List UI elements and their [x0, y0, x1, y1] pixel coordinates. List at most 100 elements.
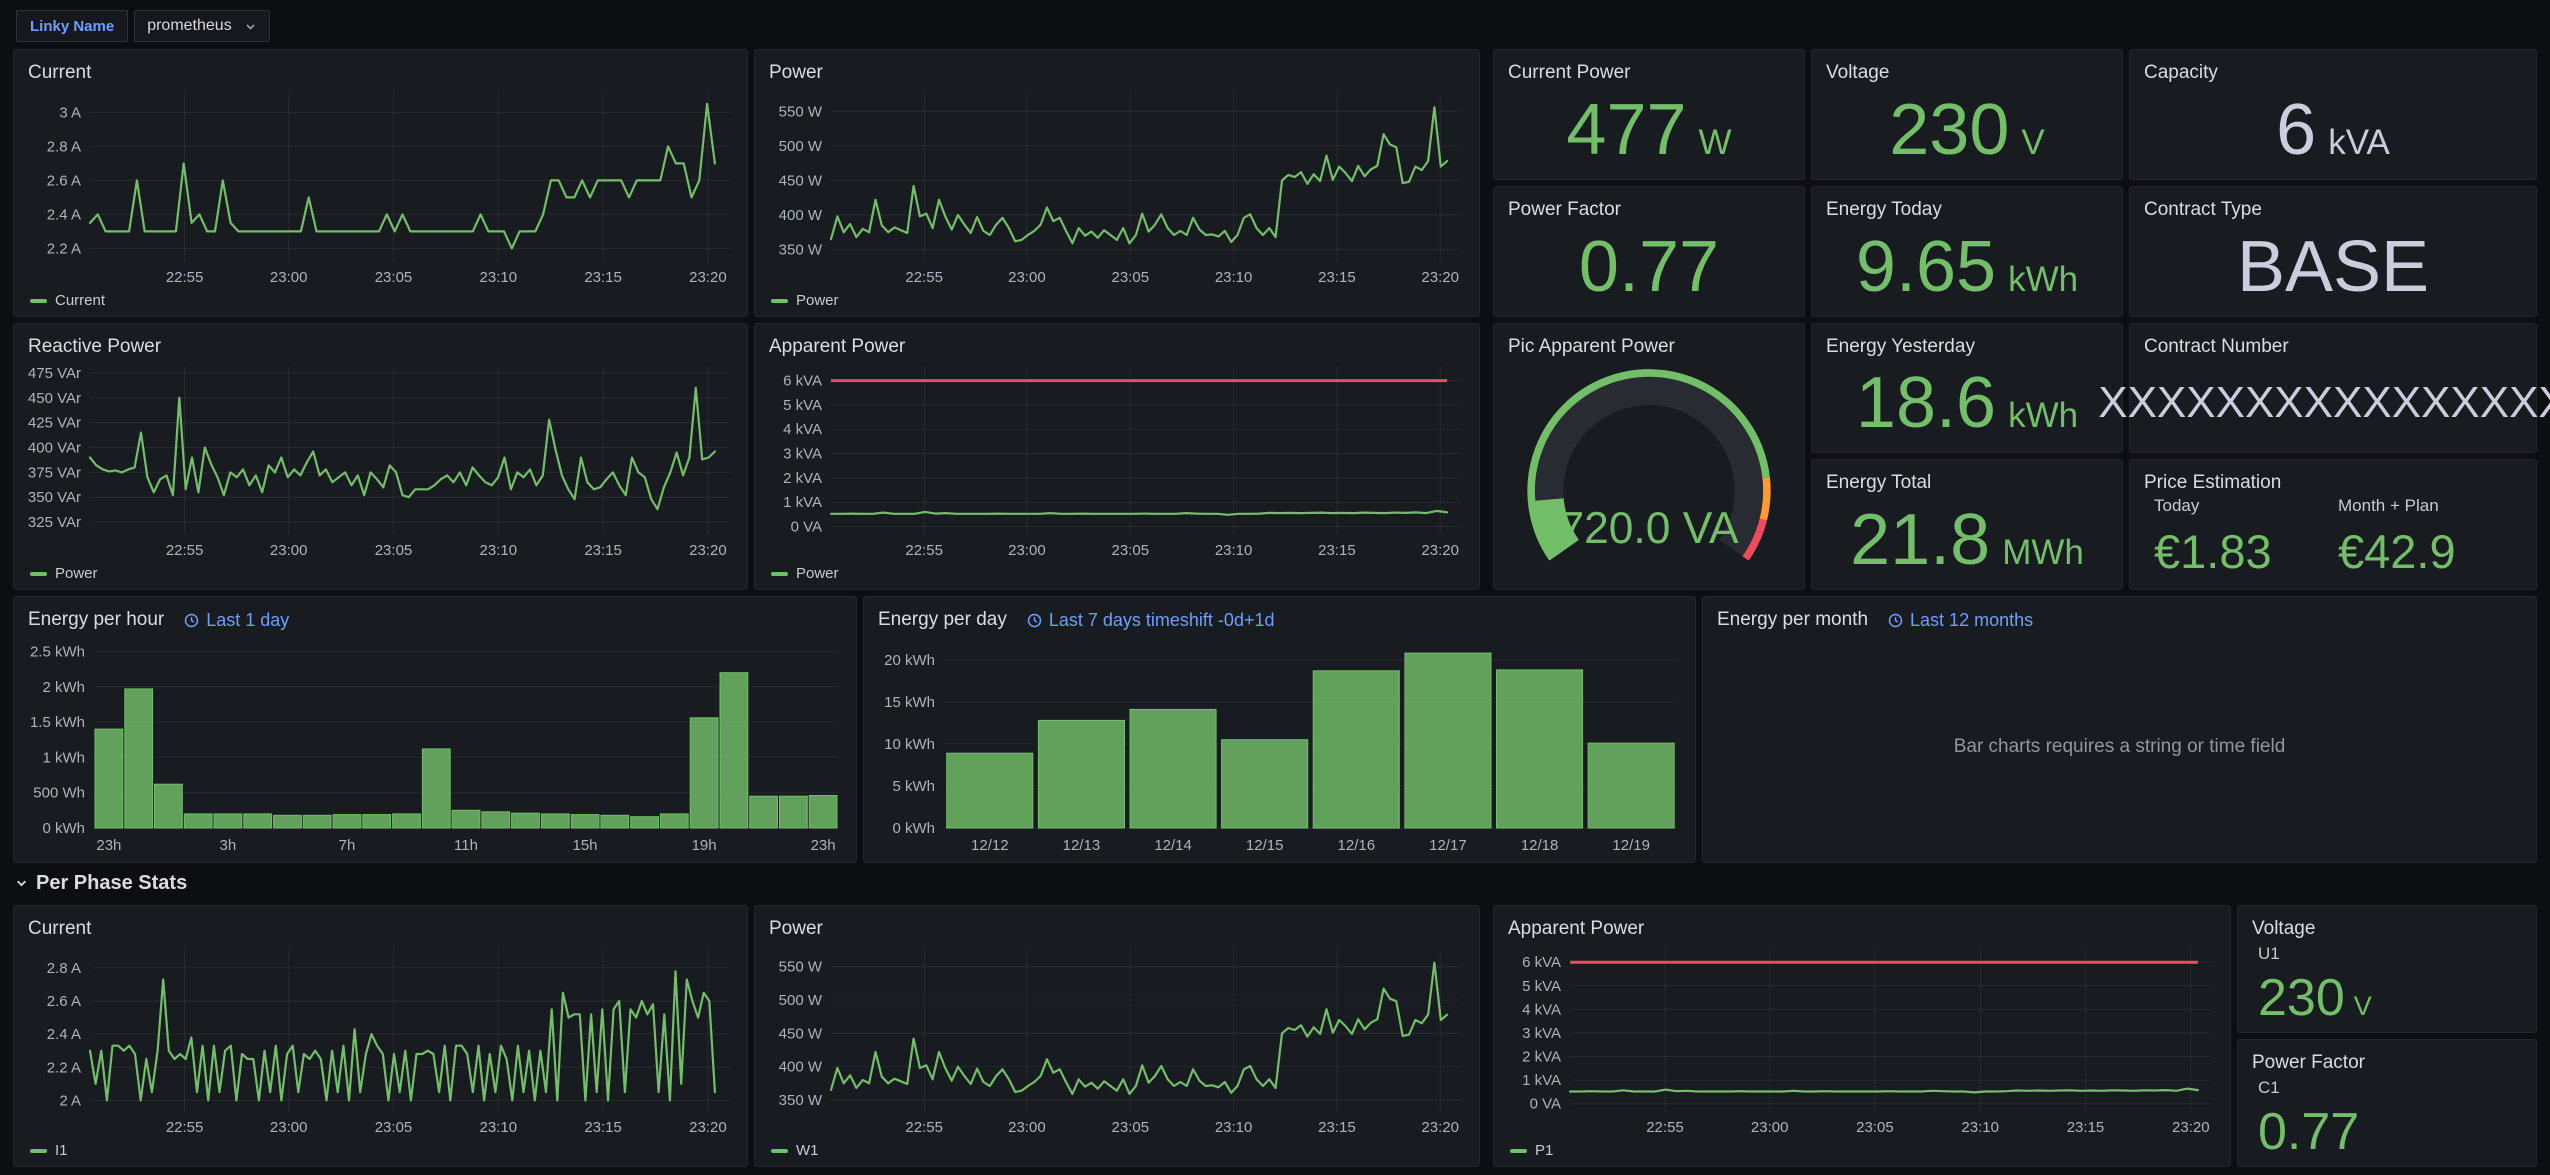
stat-body: 230 V	[1812, 80, 2122, 179]
time-range-label: Last 7 days timeshift -0d+1d	[1049, 610, 1275, 631]
time-range-link[interactable]: Last 7 days timeshift -0d+1d	[1027, 610, 1275, 631]
stat-value: 9.65 kWh	[1856, 231, 2078, 303]
svg-text:2.6 A: 2.6 A	[47, 993, 81, 1010]
apparent-power-gauge[interactable]: 720.0 VA	[1496, 358, 1802, 587]
svg-text:12/14: 12/14	[1154, 837, 1192, 854]
svg-text:550 W: 550 W	[779, 959, 823, 976]
apparent-power-chart[interactable]: 6 kVA5 kVA4 kVA3 kVA2 kVA1 kVA0 VA22:552…	[757, 356, 1477, 561]
svg-text:12/13: 12/13	[1063, 837, 1101, 854]
energy-per-day-chart[interactable]: 20 kWh15 kWh10 kWh5 kWh0 kWh12/1212/1312…	[866, 635, 1693, 858]
svg-text:500 W: 500 W	[779, 992, 823, 1009]
svg-text:23:15: 23:15	[1318, 269, 1356, 286]
panel-energy-total-stat: Energy Total 21.8 MWh	[1811, 459, 2123, 590]
stat-body: 0.77	[1494, 217, 1804, 316]
svg-text:2 kWh: 2 kWh	[42, 679, 85, 696]
panel-title-text[interactable]: Energy per day	[878, 609, 1007, 631]
panel-title[interactable]: Power Factor	[2238, 1040, 2536, 1080]
variable-dropdown[interactable]: prometheus	[134, 10, 270, 42]
stat-unit: V	[2021, 125, 2044, 160]
svg-text:23h: 23h	[811, 837, 836, 854]
svg-text:23:05: 23:05	[1112, 269, 1150, 286]
time-range-link[interactable]: Last 1 day	[184, 610, 289, 631]
svg-text:2.2 A: 2.2 A	[47, 1059, 81, 1076]
svg-text:23:15: 23:15	[584, 542, 622, 559]
svg-text:23:15: 23:15	[1318, 542, 1356, 559]
phase-power-chart[interactable]: 550 W500 W450 W400 W350 W22:5523:0023:05…	[757, 938, 1477, 1138]
legend-item[interactable]: W1	[771, 1142, 819, 1159]
legend-label: I1	[55, 1142, 68, 1159]
legend-swatch	[771, 572, 788, 576]
stat-unit: V	[2354, 993, 2372, 1020]
svg-text:0 kWh: 0 kWh	[42, 820, 85, 837]
reactive-power-chart[interactable]: 475 VAr450 VAr425 VAr400 VAr375 VAr350 V…	[16, 356, 745, 561]
legend-label: W1	[796, 1142, 819, 1159]
svg-text:2.2 A: 2.2 A	[47, 240, 81, 257]
clock-icon	[1027, 613, 1042, 628]
legend-label: Power	[796, 565, 839, 582]
svg-text:23:00: 23:00	[1008, 542, 1046, 559]
svg-text:23:20: 23:20	[1421, 1119, 1459, 1136]
panel-title[interactable]: Voltage	[2238, 906, 2536, 946]
svg-text:7h: 7h	[339, 837, 356, 854]
svg-text:23:10: 23:10	[480, 542, 518, 559]
legend-item[interactable]: Power	[30, 565, 98, 582]
stat-unit: MWh	[2002, 535, 2084, 570]
panel-title: Energy per day Last 7 days timeshift -0d…	[864, 597, 1695, 637]
svg-text:0 kWh: 0 kWh	[892, 820, 935, 837]
variable-label: Linky Name	[16, 10, 128, 42]
legend-item[interactable]: Current	[30, 292, 105, 309]
stat-body: 21.8 MWh	[1812, 490, 2122, 589]
legend-item[interactable]: I1	[30, 1142, 68, 1159]
svg-text:23:20: 23:20	[689, 1119, 727, 1136]
time-range-label: Last 1 day	[206, 610, 289, 631]
stat-value: BASE	[2237, 231, 2429, 303]
legend-label: P1	[1535, 1142, 1553, 1159]
price-today: Today €1.83	[2154, 496, 2338, 575]
current-chart[interactable]: 3 A2.8 A2.6 A2.4 A2.2 A22:5523:0023:0523…	[16, 82, 745, 288]
time-range-label: Last 12 months	[1910, 610, 2033, 631]
svg-text:23:10: 23:10	[480, 269, 518, 286]
svg-text:425 VAr: 425 VAr	[28, 415, 81, 432]
stat-unit: W	[1699, 125, 1732, 160]
legend-swatch	[1510, 1149, 1527, 1153]
energy-per-hour-chart[interactable]: 2.5 kWh2 kWh1.5 kWh1 kWh500 Wh0 kWh23h3h…	[16, 635, 854, 858]
stat-number: 230	[2258, 972, 2345, 1024]
stat-body: 477 W	[1494, 80, 1804, 179]
section-title: Per Phase Stats	[36, 872, 187, 895]
panel-power-factor-stat: Power Factor 0.77	[1493, 186, 1805, 317]
clock-icon	[184, 613, 199, 628]
svg-text:5 kVA: 5 kVA	[783, 397, 822, 414]
panel-error-message: Bar charts requires a string or time fie…	[1703, 631, 2536, 862]
panel-title-text[interactable]: Energy per hour	[28, 609, 164, 631]
panel-current: Current 3 A2.8 A2.6 A2.4 A2.2 A22:5523:0…	[13, 49, 748, 317]
legend-item[interactable]: Power	[771, 292, 839, 309]
phase-current-chart[interactable]: 2.8 A2.6 A2.4 A2.2 A2 A22:5523:0023:0523…	[16, 938, 745, 1138]
clock-icon	[1888, 613, 1903, 628]
svg-text:23:00: 23:00	[1008, 1119, 1046, 1136]
svg-text:2 A: 2 A	[59, 1092, 81, 1109]
stat-body: 18.6 kWh	[1812, 354, 2122, 452]
svg-text:23:10: 23:10	[1961, 1119, 1999, 1136]
svg-text:1 kVA: 1 kVA	[783, 494, 822, 511]
phase-apparent-power-chart[interactable]: 6 kVA5 kVA4 kVA3 kVA2 kVA1 kVA0 VA22:552…	[1496, 938, 2228, 1138]
legend-item[interactable]: Power	[771, 565, 839, 582]
panel-power: Power 550 W500 W450 W400 W350 W22:5523:0…	[754, 49, 1480, 317]
stat-number: 230	[1889, 94, 2009, 166]
svg-text:2.8 A: 2.8 A	[47, 138, 81, 155]
svg-text:5 kWh: 5 kWh	[892, 778, 935, 795]
power-chart[interactable]: 550 W500 W450 W400 W350 W22:5523:0023:05…	[757, 82, 1477, 288]
panel-contract-number-stat: Contract Number XXXXXXXXXXXXXXXX	[2129, 323, 2537, 453]
svg-text:1 kVA: 1 kVA	[1522, 1072, 1561, 1089]
stat-number: 18.6	[1856, 367, 1996, 439]
legend-item[interactable]: P1	[1510, 1142, 1553, 1159]
panel-energy-yesterday-stat: Energy Yesterday 18.6 kWh	[1811, 323, 2123, 453]
time-range-link[interactable]: Last 12 months	[1888, 610, 2033, 631]
svg-text:12/17: 12/17	[1429, 837, 1467, 854]
panel-title-text[interactable]: Energy per month	[1717, 609, 1868, 631]
svg-text:22:55: 22:55	[905, 1119, 943, 1136]
stat-number: 0.77	[2258, 1106, 2359, 1158]
panel-phase-apparent-power: Apparent Power 6 kVA5 kVA4 kVA3 kVA2 kVA…	[1493, 905, 2231, 1167]
stat-body: BASE	[2130, 217, 2536, 316]
stat-body: U1 230 V	[2258, 944, 2526, 1024]
row-per-phase-stats[interactable]: Per Phase Stats	[16, 872, 187, 895]
